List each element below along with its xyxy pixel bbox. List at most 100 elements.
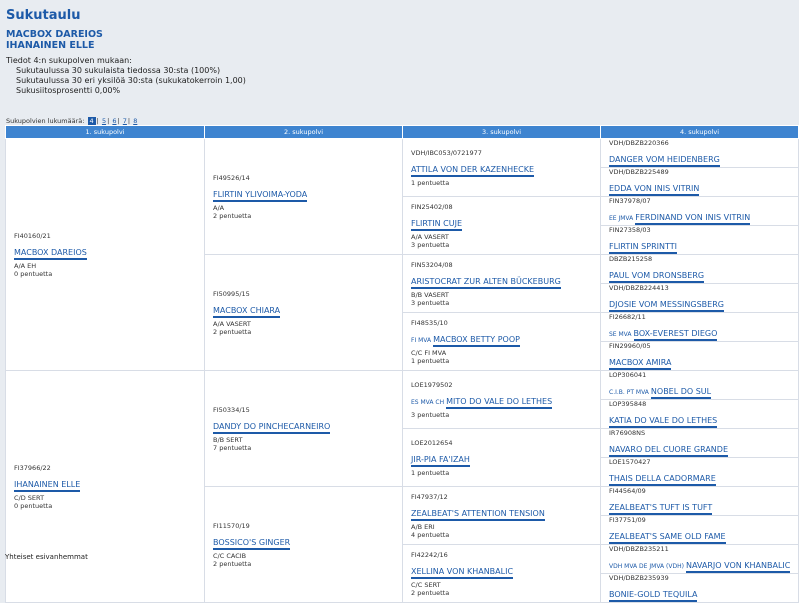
- dog-health-titles: A/A EH: [14, 261, 37, 270]
- dog-name-link[interactable]: BOX-EVEREST DIEGO: [633, 329, 718, 341]
- dog-name-link[interactable]: JIR-PIA FA'IZAH: [411, 455, 470, 467]
- dog-name-link[interactable]: EDDA VON INIS VITRIN: [609, 184, 700, 196]
- pedigree-cell-g2-0: FI49526/14 FLIRTIN YLIVOIMA-YODA A/A 2 pent…: [204, 138, 403, 255]
- dog-name-line: KATIA DO VALE DO LETHES: [609, 408, 798, 428]
- dog-name-link[interactable]: BONIE-GOLD TEQUILA: [609, 590, 698, 602]
- dog-name-line: DJOSIE VOM MESSINGSBERG: [609, 292, 798, 312]
- dog-name-link[interactable]: FLIRTIN SPRINTTI: [609, 242, 677, 254]
- dog-name-link[interactable]: MACBOX CHIARA: [213, 306, 281, 318]
- litter-count: 0 pentuetta: [14, 501, 53, 510]
- dog-title: C.I.B. PT MVA: [609, 389, 649, 396]
- dog-info: B/B SERT 7 pentuetta: [213, 436, 402, 452]
- stats-distinct: Sukutaulussa 30 eri yksilöä 30:sta (suku…: [16, 76, 246, 85]
- dog-name-line: NAVARO DEL CUORE GRANDE: [609, 437, 798, 457]
- dog-name-line: C.I.B. PT MVA NOBEL DO SUL: [609, 379, 798, 399]
- pedigree-cell-g4-9: LOP395848 KATIA DO VALE DO LETHES: [600, 399, 799, 429]
- litter-count: 7 pentuetta: [213, 443, 252, 452]
- dog-name-link[interactable]: DANDY DO PINCHECARNEIRO: [213, 422, 331, 434]
- dog-name-link[interactable]: FLIRTIN CUJE: [411, 219, 463, 231]
- dog-name-line: ATTILA VON DER KAZENHECKE: [411, 157, 600, 177]
- litter-count: 1 pentuetta: [411, 356, 450, 365]
- dog-info: C/C SERT 2 pentuetta: [411, 581, 600, 597]
- dog-info: C/C CACIB 2 pentuetta: [213, 552, 402, 568]
- registration-number: FI11570/19: [213, 521, 250, 530]
- pedigree-cell-g3-5: LOE2012654 JIR-PIA FA'IZAH 1 pentuetta: [402, 428, 601, 487]
- dog-name-line: BOSSICO'S GINGER: [213, 530, 402, 550]
- generation-option-7[interactable]: 7: [123, 117, 127, 125]
- pedigree-stats: Tiedot 4:n sukupolven mukaan: Sukutaulus…: [6, 56, 246, 96]
- dog-health-titles: C/C CACIB: [213, 551, 247, 560]
- dog-name-link[interactable]: MACBOX DAREIOS: [14, 248, 87, 260]
- dog-title: FI MVA: [411, 336, 432, 344]
- pedigree-cell-g2-3: FI11570/19 BOSSICO'S GINGER C/C CACIB 2 pen…: [204, 486, 403, 603]
- dog-name-link[interactable]: THAIS DELLA CADORMARE: [609, 474, 716, 486]
- pedigree-cell-g2-2: FI50334/15 DANDY DO PINCHECARNEIRO B/B SER…: [204, 370, 403, 487]
- dog-name-link[interactable]: FLIRTIN YLIVOIMA-YODA: [213, 190, 308, 202]
- registration-number: FIN37978/07: [609, 197, 651, 205]
- pedigree-cell-g4-14: VDH/DBZB235211 VDH MVA DE JMVA (VDH) NAVAR…: [600, 544, 799, 574]
- pedigree-body: FI40160/21 MACBOX DAREIOS A/A EH 0 pentuett…: [5, 138, 799, 603]
- dog-name-link[interactable]: ZEALBEAT'S SAME OLD FAME: [609, 532, 726, 544]
- dog-name-link[interactable]: XELLINA VON KHANBALIC: [411, 567, 514, 579]
- dog-name-link[interactable]: ZEALBEAT'S ATTENTION TENSION: [411, 509, 545, 521]
- registration-number: VDH/DBZB225489: [609, 168, 669, 176]
- generation-option-8[interactable]: 8: [133, 117, 137, 125]
- pedigree-cell-g3-2: FIN53204/08 ARISTOCRAT ZUR ALTEN BÜCKEBUR…: [402, 254, 601, 313]
- dog-name-link[interactable]: ATTILA VON DER KAZENHECKE: [411, 165, 535, 177]
- litter-count: 0 pentuetta: [14, 269, 53, 278]
- dog-name-link[interactable]: ZEALBEAT'S TUFT IS TUFT: [609, 503, 713, 515]
- pedigree-cell-g1-1: FI37966/22 IHANAINEN ELLE C/D SERT 0 pentue…: [5, 370, 205, 603]
- separator: |: [117, 117, 120, 125]
- registration-number: VDH/DBZB220366: [609, 139, 669, 147]
- dog-info: C/D SERT 0 pentuetta: [14, 494, 204, 510]
- dog-name-link[interactable]: NAVARO DEL CUORE GRANDE: [609, 445, 728, 457]
- dog-name-line: ES MVA CH MITO DO VALE DO LETHES: [411, 389, 600, 409]
- dog-name-link[interactable]: FERDINAND VON INIS VITRIN: [635, 213, 751, 225]
- registration-number: FIN53204/08: [411, 260, 453, 269]
- header-row: 1. sukupolvi 2. sukupolvi 3. sukupolvi 4…: [5, 125, 799, 139]
- pedigree-cell-g4-13: FI37751/09 ZEALBEAT'S SAME OLD FAME: [600, 515, 799, 545]
- dog-name-link[interactable]: DJOSIE VOM MESSINGSBERG: [609, 300, 724, 312]
- separator: |: [107, 117, 110, 125]
- pedigree-cell-g4-2: FIN37978/07 EE JMVA FERDINAND VON INIS VIT…: [600, 196, 799, 226]
- pedigree-cell-g3-6: FI47937/12 ZEALBEAT'S ATTENTION TENSION A/…: [402, 486, 601, 545]
- dog-info: A/A VASERT 2 pentuetta: [213, 320, 402, 336]
- registration-number: LOP306041: [609, 371, 647, 379]
- registration-number: FI47937/12: [411, 492, 448, 501]
- dog-name-line: ZEALBEAT'S SAME OLD FAME: [609, 524, 798, 544]
- litter-count: 2 pentuetta: [213, 211, 252, 220]
- registration-number: FI42242/16: [411, 550, 448, 559]
- pedigree-cell-g4-7: FIN29960/05 MACBOX AMIRA: [600, 341, 799, 371]
- dog-info: A/A 2 pentuetta: [213, 204, 402, 220]
- dog-name-link[interactable]: MITO DO VALE DO LETHES: [446, 397, 553, 409]
- dog-name-link[interactable]: MACBOX AMIRA: [609, 358, 672, 370]
- dog-name-line: DANDY DO PINCHECARNEIRO: [213, 414, 402, 434]
- dog-name-link[interactable]: KATIA DO VALE DO LETHES: [609, 416, 718, 428]
- dog-health-titles: A/B ERI: [411, 522, 435, 531]
- dog-name-link[interactable]: ARISTOCRAT ZUR ALTEN BÜCKEBURG: [411, 277, 561, 289]
- registration-number: FI26682/11: [609, 313, 646, 321]
- dog-name-link[interactable]: PAUL VOM DRONSBERG: [609, 271, 705, 283]
- dog-name-link[interactable]: MACBOX BETTY POOP: [433, 335, 520, 347]
- pedigree-row: FI40160/21 MACBOX DAREIOS A/A EH 0 pentuett…: [5, 138, 799, 371]
- pedigree-cell-g4-11: LOE1570427 THAIS DELLA CADORMARE: [600, 457, 799, 487]
- pedigree-cell-g4-12: FI44564/09 ZEALBEAT'S TUFT IS TUFT: [600, 486, 799, 516]
- litter-count: 3 pentuetta: [411, 410, 450, 419]
- dog-name-link[interactable]: NOBEL DO SUL: [650, 387, 712, 399]
- dog-name-line: FLIRTIN YLIVOIMA-YODA: [213, 182, 402, 202]
- registration-number: LOE2012654: [411, 438, 453, 447]
- pedigree-cell-g4-6: FI26682/11 SE MVA BOX-EVEREST DIEGO: [600, 312, 799, 342]
- dog-name-link[interactable]: NAVARJO VON KHANBALIC: [685, 561, 791, 573]
- dog-name-link[interactable]: DANGER VOM HEIDENBERG: [609, 155, 720, 167]
- generation-option-5[interactable]: 5: [102, 117, 106, 125]
- dog-name-line: ZEALBEAT'S TUFT IS TUFT: [609, 495, 798, 515]
- dog-health-titles: A/A VASERT: [213, 319, 251, 328]
- generation-option-4[interactable]: 4: [87, 117, 96, 125]
- dog-name-link[interactable]: IHANAINEN ELLE: [14, 480, 81, 492]
- registration-number: LOE1979502: [411, 380, 453, 389]
- dog-info: 1 pentuetta: [411, 469, 600, 477]
- dog-name-link[interactable]: BOSSICO'S GINGER: [213, 538, 291, 550]
- registration-number: FIN27358/03: [609, 226, 651, 234]
- registration-number: LOE1570427: [609, 458, 651, 466]
- generation-option-6[interactable]: 6: [112, 117, 116, 125]
